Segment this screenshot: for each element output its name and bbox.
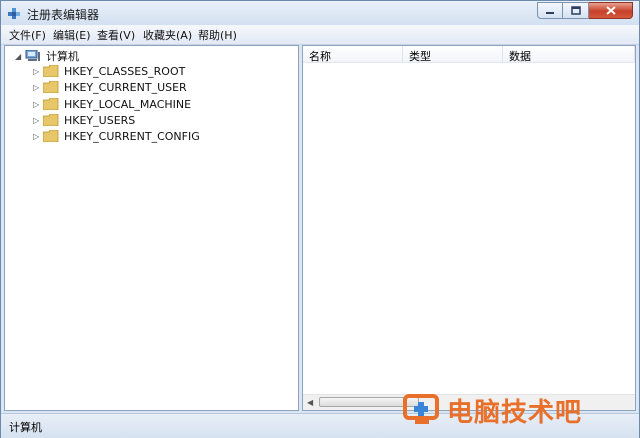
tree-node-label: HKEY_USERS: [64, 113, 136, 127]
menu-bar: 文件(F) 编辑(E) 查看(V) 收藏夹(A) 帮助(H): [1, 25, 639, 45]
tree-node-hkey-classes-root[interactable]: ▷ HKEY_CLASSES_ROOT: [33, 63, 185, 79]
title-bar[interactable]: 注册表编辑器: [1, 1, 639, 25]
tree-node-label: HKEY_CURRENT_CONFIG: [64, 129, 200, 143]
registry-tree[interactable]: ◢ 计算机 ▷ HKEY_CLASSES_ROOT ▷ HKEY_CURRENT…: [4, 45, 299, 411]
folder-icon: [43, 98, 59, 110]
column-header-name[interactable]: 名称: [303, 46, 403, 63]
tree-node-label: HKEY_CLASSES_ROOT: [64, 64, 186, 78]
expand-icon[interactable]: ▷: [33, 67, 41, 76]
menu-favorites[interactable]: 收藏夹(A): [143, 27, 192, 43]
column-header-type[interactable]: 类型: [403, 46, 503, 63]
minimize-button[interactable]: [537, 2, 563, 19]
column-header-data[interactable]: 数据: [503, 46, 635, 63]
expand-icon[interactable]: ▷: [33, 83, 41, 92]
folder-icon: [43, 65, 59, 77]
watermark: 电脑技术吧: [401, 389, 637, 431]
maximize-icon: [570, 6, 581, 15]
tree-node-computer[interactable]: ◢ 计算机: [15, 48, 79, 64]
watermark-text: 电脑技术吧: [447, 397, 583, 428]
folder-icon: [43, 114, 59, 126]
registry-editor-icon: [8, 8, 20, 19]
menu-help[interactable]: 帮助(H): [198, 27, 237, 43]
tree-node-hkey-local-machine[interactable]: ▷ HKEY_LOCAL_MACHINE: [33, 96, 191, 112]
tree-node-hkey-current-user[interactable]: ▷ HKEY_CURRENT_USER: [33, 79, 187, 95]
scroll-left-icon[interactable]: ◀: [307, 398, 313, 407]
menu-file[interactable]: 文件(F): [9, 27, 46, 43]
expand-icon[interactable]: ▷: [33, 100, 41, 109]
window-controls: [537, 2, 633, 19]
watermark-logo-icon: [403, 394, 439, 424]
tree-node-label: HKEY_LOCAL_MACHINE: [64, 97, 192, 111]
window-title: 注册表编辑器: [27, 8, 100, 22]
menu-edit[interactable]: 编辑(E): [53, 27, 91, 43]
collapse-icon[interactable]: ◢: [15, 52, 23, 61]
maximize-button[interactable]: [563, 2, 589, 19]
tree-node-label: HKEY_CURRENT_USER: [64, 80, 187, 94]
computer-icon: [25, 50, 40, 61]
tree-node-label: 计算机: [46, 50, 79, 63]
expand-icon[interactable]: ▷: [33, 132, 41, 141]
folder-icon: [43, 81, 59, 93]
folder-icon: [43, 130, 59, 142]
close-button[interactable]: [589, 2, 633, 19]
registry-editor-window: 注册表编辑器 文件(F) 编辑(E) 查看(V) 收藏夹(A) 帮助(H) ◢: [0, 0, 640, 438]
menu-view[interactable]: 查看(V): [97, 27, 135, 43]
close-icon: [605, 6, 616, 15]
values-list[interactable]: 名称 类型 数据 ◀: [302, 45, 636, 411]
tree-node-hkey-users[interactable]: ▷ HKEY_USERS: [33, 112, 135, 128]
tree-node-hkey-current-config[interactable]: ▷ HKEY_CURRENT_CONFIG: [33, 128, 200, 144]
status-path: 计算机: [9, 421, 42, 434]
minimize-icon: [546, 11, 554, 14]
expand-icon[interactable]: ▷: [33, 116, 41, 125]
